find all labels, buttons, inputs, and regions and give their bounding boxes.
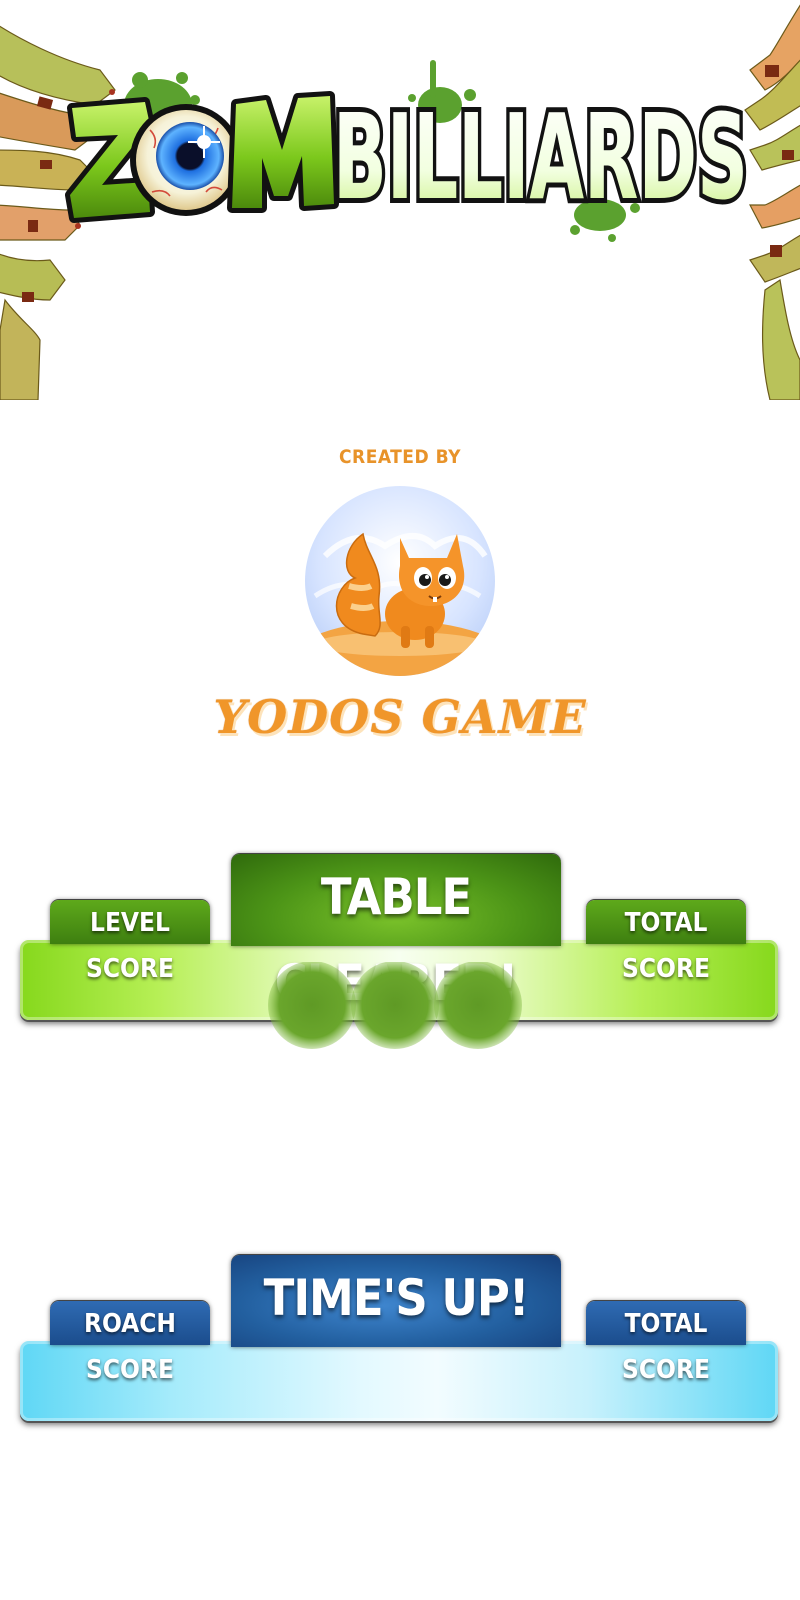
rating-slot-2 — [351, 962, 439, 1049]
title-header: BILLIARDS — [0, 0, 800, 400]
total-score-tab: TOTAL SCORE — [586, 1301, 746, 1385]
roach-score-tab: ROACH SCORE — [50, 1301, 210, 1385]
star-rating-slots — [268, 962, 522, 1049]
studio-name: YODOS GAME — [213, 690, 587, 744]
times-up-panel: ROACH SCORE TOTAL SCORE TIME'S UP! — [18, 1253, 782, 1443]
total-score-tab: TOTAL SCORE — [586, 900, 746, 984]
game-logo: BILLIARDS — [65, 60, 753, 242]
logo-text-billiards: BILLIARDS — [333, 88, 748, 226]
rating-slot-1 — [268, 962, 356, 1049]
table-cleared-panel: LEVEL SCORE TOTAL SCORE TABLE CLEARED! — [18, 852, 782, 1049]
table-cleared-heading: TABLE CLEARED! — [231, 854, 561, 1012]
created-by-label: CREATED BY — [339, 446, 461, 468]
squirrel-mascot-icon — [305, 532, 495, 676]
rating-slot-3 — [434, 962, 522, 1049]
level-score-tab: LEVEL SCORE — [50, 900, 210, 984]
times-up-heading: TIME'S UP! — [231, 1255, 561, 1347]
eyeball-icon — [130, 104, 242, 216]
studio-mascot-logo — [305, 486, 495, 676]
